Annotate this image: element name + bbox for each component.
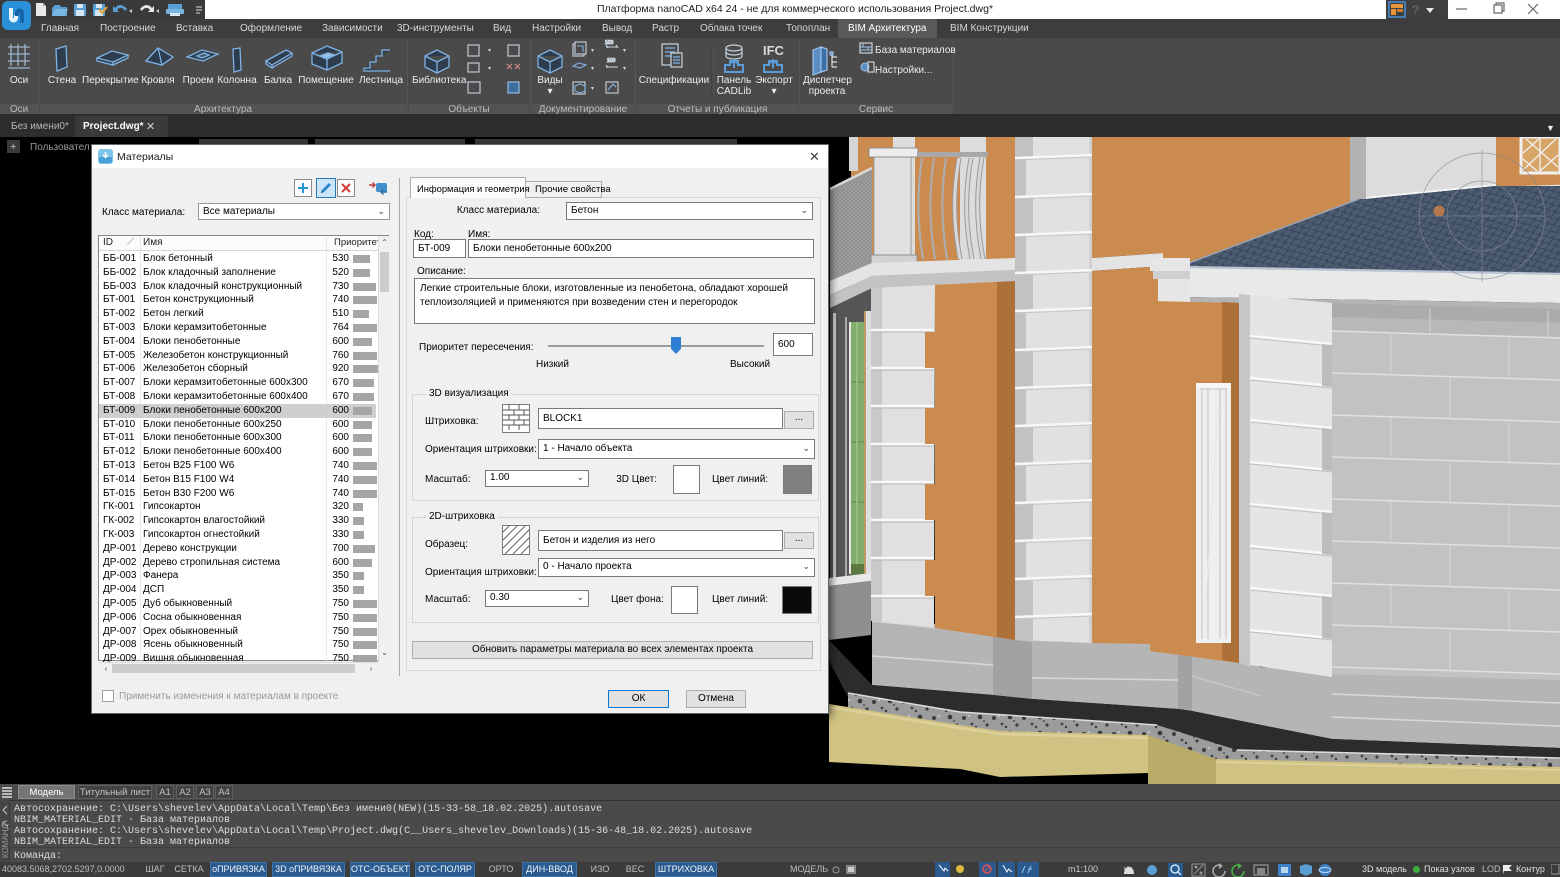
- svg-text:IFC: IFC: [763, 43, 785, 58]
- svg-text:▾: ▾: [488, 48, 491, 54]
- svg-text:▾: ▾: [623, 66, 626, 72]
- svg-text:КОМАНД: КОМАНД: [1, 823, 10, 858]
- svg-text:▾: ▾: [591, 86, 594, 92]
- svg-text:?: ?: [1412, 3, 1419, 17]
- svg-text:+: +: [10, 141, 16, 153]
- svg-text:▾: ▾: [623, 48, 626, 54]
- svg-text:100: 100: [605, 40, 614, 46]
- svg-text:Пользовател: Пользовател: [30, 142, 90, 153]
- svg-text:100: 100: [607, 58, 616, 64]
- svg-text:▾: ▾: [591, 48, 594, 54]
- svg-text:▾: ▾: [488, 66, 491, 72]
- svg-text:▾: ▾: [591, 66, 594, 72]
